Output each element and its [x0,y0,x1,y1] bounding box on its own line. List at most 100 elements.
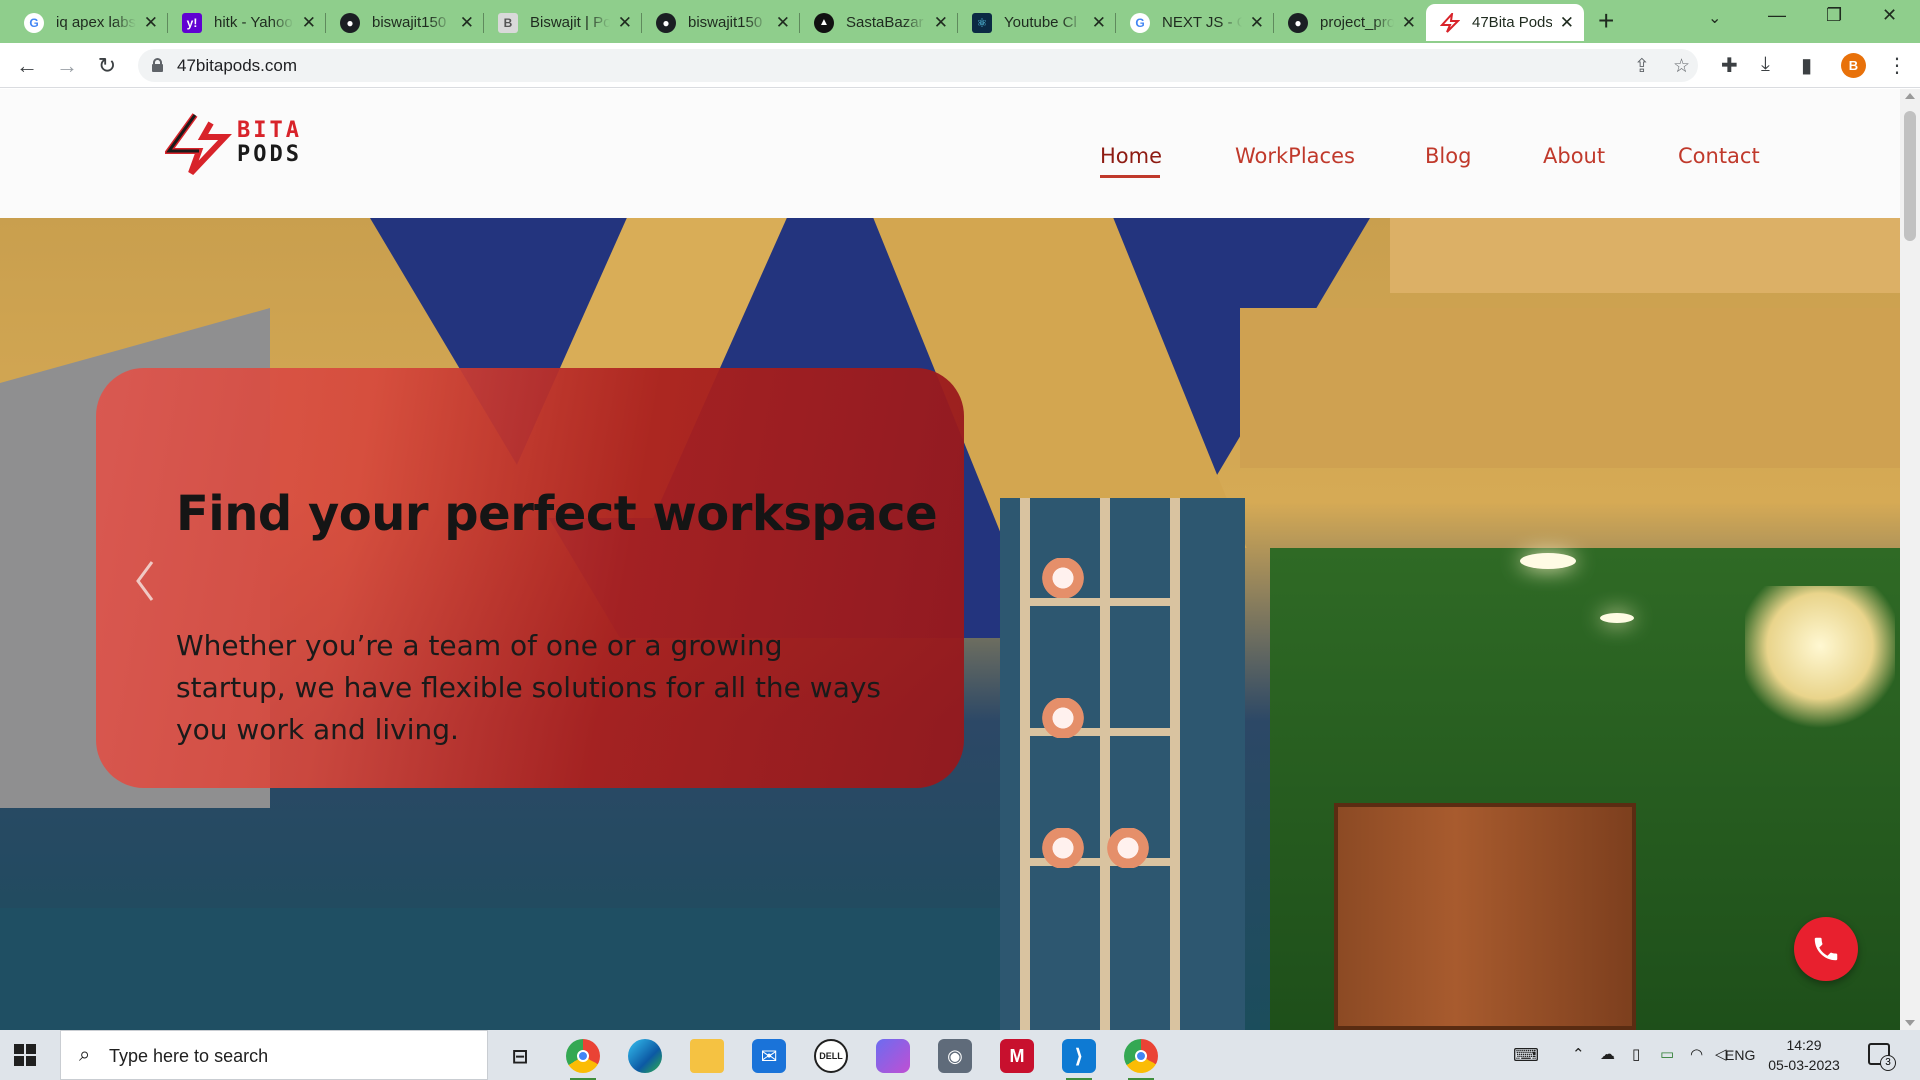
copilot-icon[interactable] [876,1039,910,1073]
wifi-icon[interactable]: ◠ [1690,1045,1703,1063]
language-indicator[interactable]: ENG [1725,1047,1755,1063]
lock-icon[interactable] [152,58,163,72]
scroll-down-icon[interactable] [1905,1020,1915,1026]
forward-button[interactable]: → [52,51,82,81]
clock-time: 14:29 [1786,1037,1822,1053]
tab-title: project_pro [1320,14,1394,31]
tab-title: NEXT JS - G [1162,14,1242,31]
browser-tab[interactable]: ● biswajit150 ✕ [326,4,484,41]
new-tab-button[interactable]: + [1598,6,1614,36]
close-tab-icon[interactable]: ✕ [618,14,632,31]
browser-tab[interactable]: y! hitk - Yahoo ✕ [168,4,326,41]
file-explorer-icon[interactable] [690,1039,724,1073]
logo-line-1: BITA [237,118,302,143]
hero-carousel: Find your perfect workspace Whether you’… [0,218,1900,1030]
tab-title: hitk - Yahoo [214,14,293,31]
profile-avatar[interactable]: B [1841,53,1866,78]
close-tab-icon[interactable]: ✕ [1402,14,1416,31]
browser-tab-active[interactable]: 47Bita Pods ✕ [1426,4,1584,41]
restore-icon[interactable]: ❐ [1826,5,1842,26]
windows-start-icon[interactable] [14,1044,36,1066]
close-tab-icon[interactable]: ✕ [934,14,948,31]
nav-contact[interactable]: Contact [1678,144,1760,168]
task-view-icon[interactable]: ⊟ [503,1039,537,1073]
tab-title: 47Bita Pods [1472,14,1552,31]
mcafee-icon[interactable]: M [1000,1039,1034,1073]
hero-title: Find your perfect workspace [176,486,938,542]
phone-icon [1814,937,1838,961]
tab-search-icon[interactable]: ⌄ [1708,8,1721,28]
close-tab-icon[interactable]: ✕ [460,14,474,31]
logo-wordmark: BITA PODS [237,119,302,167]
carousel-prev-arrow-icon[interactable] [130,556,160,606]
browser-tab[interactable]: ● project_pro ✕ [1274,4,1426,41]
download-icon[interactable]: ⤓ [1761,53,1770,76]
camera-icon[interactable]: ◉ [938,1039,972,1073]
site-logo[interactable]: BITA PODS [163,111,335,181]
tab-title: Biswajit | Po [530,14,610,31]
nav-blog[interactable]: Blog [1425,144,1471,168]
clock-date: 05-03-2023 [1768,1057,1840,1073]
close-tab-icon[interactable]: ✕ [144,14,158,31]
github-icon: ● [1288,12,1308,33]
vscode-icon[interactable]: ⟩ [1062,1039,1096,1080]
close-tab-icon[interactable]: ✕ [1560,14,1574,31]
device-icon[interactable]: ▯ [1632,1045,1640,1063]
windows-taskbar: ⌕ Type here to search ⊟ ✉ DELL ◉ M ⟩ ⌨ ⌃… [0,1030,1920,1080]
keyboard-icon[interactable]: ⌨ [1513,1045,1539,1066]
portfolio-icon: B [498,12,518,33]
back-button[interactable]: ← [12,51,42,81]
notification-count: 3 [1880,1055,1896,1071]
system-clock[interactable]: 14:29 05-03-2023 [1764,1035,1844,1075]
onedrive-icon[interactable]: ☁ [1600,1045,1615,1063]
taskbar-search-box[interactable]: ⌕ Type here to search [60,1030,488,1080]
scroll-up-icon[interactable] [1905,93,1915,99]
edge-icon[interactable] [628,1039,662,1073]
nav-about[interactable]: About [1543,144,1605,168]
share-icon[interactable]: ⇪ [1634,55,1650,78]
menu-icon[interactable]: ⋮ [1887,53,1907,78]
hero-description: Whether you’re a team of one or a growin… [176,629,882,746]
browser-tab[interactable]: ● biswajit150 ✕ [642,4,800,41]
browser-toolbar: ← → ↻ 47bitapods.com ⇪ ☆ ✚ ⤓ ▮ B ⋮ [0,43,1920,88]
yahoo-icon: y! [182,12,202,33]
minimize-icon[interactable]: — [1768,5,1786,26]
mail-icon[interactable]: ✉ [752,1039,786,1073]
web-page: BITA PODS Home WorkPlaces Blog About Con… [0,89,1900,1030]
notification-icon[interactable]: 3 [1868,1043,1896,1071]
address-bar[interactable]: 47bitapods.com ⇪ ☆ [138,49,1698,82]
browser-tab-strip: G iq apex labs ✕ y! hitk - Yahoo ✕ ● bis… [0,0,1920,43]
nav-home[interactable]: Home [1100,144,1162,168]
show-hidden-icons-icon[interactable]: ⌃ [1572,1045,1585,1063]
bookmark-star-icon[interactable]: ☆ [1673,55,1690,78]
browser-tab[interactable]: ▲ SastaBazar ✕ [800,4,958,41]
nav-workplaces[interactable]: WorkPlaces [1235,144,1355,168]
browser-tab[interactable]: ⚛ Youtube Cl ✕ [958,4,1116,41]
bitapods-icon [1440,12,1460,33]
bitapods-logo-icon [163,113,232,176]
google-icon: G [1130,12,1150,33]
tab-title: biswajit150 [688,14,763,31]
close-tab-icon[interactable]: ✕ [1092,14,1106,31]
page-scrollbar[interactable] [1900,89,1920,1030]
tab-title: biswajit150 [372,14,447,31]
reload-button[interactable]: ↻ [92,51,122,81]
scrollbar-thumb[interactable] [1904,111,1916,241]
close-window-icon[interactable]: ✕ [1882,5,1897,26]
url-text[interactable]: 47bitapods.com [177,56,297,76]
close-tab-icon[interactable]: ✕ [1250,14,1264,31]
browser-tab[interactable]: G iq apex labs ✕ [10,4,168,41]
side-panel-icon[interactable]: ▮ [1801,53,1812,78]
search-icon: ⌕ [79,1044,91,1066]
chrome-profile-icon[interactable] [1124,1039,1158,1080]
close-tab-icon[interactable]: ✕ [776,14,790,31]
browser-tab[interactable]: B Biswajit | Po ✕ [484,4,642,41]
chrome-icon[interactable] [566,1039,600,1080]
battery-icon[interactable]: ▭ [1660,1045,1674,1063]
dell-icon[interactable]: DELL [814,1039,848,1073]
browser-tab[interactable]: G NEXT JS - G ✕ [1116,4,1274,41]
tab-title: iq apex labs [56,14,136,31]
call-button[interactable] [1794,917,1858,981]
close-tab-icon[interactable]: ✕ [302,14,316,31]
extensions-icon[interactable]: ✚ [1721,53,1738,78]
